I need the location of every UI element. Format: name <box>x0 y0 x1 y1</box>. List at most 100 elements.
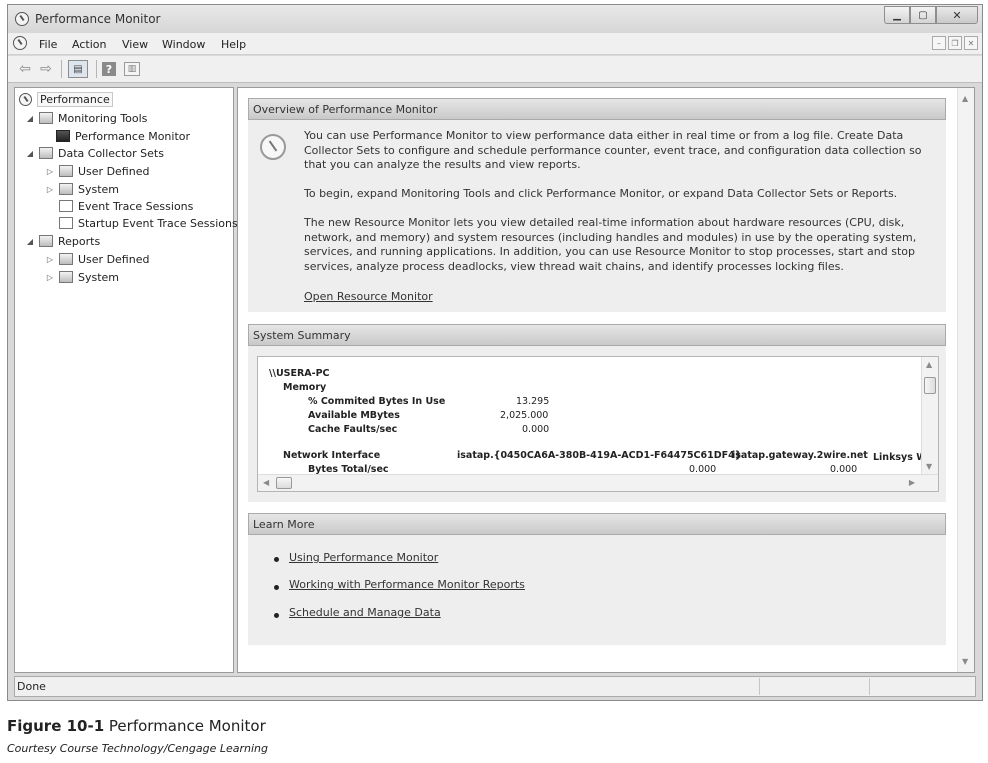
system-summary-heading[interactable]: System Summary <box>248 324 946 346</box>
expand-arrow-icon[interactable]: ▷ <box>45 167 55 176</box>
performance-monitor-chart-icon <box>56 130 70 142</box>
overview-heading[interactable]: Overview of Performance Monitor <box>248 98 946 120</box>
expand-arrow-icon[interactable]: ▷ <box>45 273 55 282</box>
counter-name: Available MBytes <box>308 410 400 421</box>
summary-horizontal-scrollbar[interactable]: ◀ ▶ <box>258 474 938 491</box>
scroll-up-arrow-icon[interactable]: ▲ <box>962 94 968 103</box>
performance-icon <box>19 92 32 106</box>
menu-window[interactable]: Window <box>162 38 205 51</box>
menu-bar: File Action View Window Help – ❐ ✕ <box>8 33 982 55</box>
scroll-left-arrow-icon[interactable]: ◀ <box>263 478 269 487</box>
collapse-arrow-icon[interactable]: ◢ <box>25 114 35 123</box>
menu-file[interactable]: File <box>39 38 57 51</box>
overview-paragraph-1: You can use Performance Monitor to view … <box>304 129 922 171</box>
tree-item-label: Startup Event Trace Sessions <box>78 216 238 230</box>
close-button[interactable]: ✕ <box>936 6 978 24</box>
tree-item-label: Performance Monitor <box>75 129 191 143</box>
child-close-button[interactable]: ✕ <box>964 36 978 50</box>
counter-value: 0.000 <box>522 424 550 435</box>
minimize-button[interactable]: ▁ <box>884 6 910 24</box>
scroll-thumb[interactable] <box>276 477 292 489</box>
tree-item-reports-user-defined[interactable]: ▷ User Defined <box>45 251 150 267</box>
overview-paragraph-2: To begin, expand Monitoring Tools and cl… <box>304 187 898 200</box>
expand-arrow-icon[interactable]: ▷ <box>45 185 55 194</box>
network-column-header: isatap.gateway.2wire.net <box>732 450 868 461</box>
reports-icon <box>39 235 53 247</box>
window-title: Performance Monitor <box>35 12 161 26</box>
child-minimize-button[interactable]: – <box>932 36 946 50</box>
performance-monitor-app-icon[interactable] <box>15 12 29 26</box>
overview-paragraph-3: The new Resource Monitor lets you view d… <box>304 216 917 273</box>
open-resource-monitor-link[interactable]: Open Resource Monitor <box>304 290 433 303</box>
toolbar-separator <box>61 60 62 78</box>
show-hide-console-tree-icon[interactable]: ▤ <box>68 60 88 78</box>
maximize-icon: ▢ <box>918 9 928 21</box>
tree-item-startup-event-trace-sessions[interactable]: Startup Event Trace Sessions <box>59 215 238 231</box>
schedule-and-manage-data-link[interactable]: Schedule and Manage Data <box>289 606 441 619</box>
scroll-thumb[interactable] <box>924 377 936 394</box>
close-icon: ✕ <box>967 38 975 48</box>
help-icon[interactable]: ? <box>102 62 116 76</box>
collapse-arrow-icon[interactable]: ◢ <box>25 237 35 246</box>
tree-item-reports[interactable]: ◢ Reports <box>25 233 100 249</box>
tree-item-data-collector-sets[interactable]: ◢ Data Collector Sets <box>25 145 164 161</box>
details-pane: Overview of Performance Monitor You can … <box>237 87 975 673</box>
scroll-down-arrow-icon[interactable]: ▼ <box>962 657 968 666</box>
toolbar-separator <box>96 60 97 78</box>
using-performance-monitor-link[interactable]: Using Performance Monitor <box>289 551 438 564</box>
data-collector-sets-icon <box>39 147 53 159</box>
scroll-down-arrow-icon[interactable]: ▼ <box>926 462 932 471</box>
bullet-icon <box>274 557 279 562</box>
tree-item-dcs-user-defined[interactable]: ▷ User Defined <box>45 163 150 179</box>
maximize-button[interactable]: ▢ <box>910 6 936 24</box>
figure-title: Performance Monitor <box>108 717 266 735</box>
figure-credit: Courtesy Course Technology/Cengage Learn… <box>7 742 268 755</box>
counter-name: % Commited Bytes In Use <box>308 396 446 407</box>
tree-item-label: User Defined <box>78 164 150 178</box>
tree-item-monitoring-tools[interactable]: ◢ Monitoring Tools <box>25 110 148 126</box>
network-column-header: isatap.{0450CA6A-380B-419A-ACD1-F64475C6… <box>457 450 742 461</box>
collapse-arrow-icon[interactable]: ◢ <box>25 149 35 158</box>
forward-arrow-icon[interactable]: ⇨ <box>38 61 54 77</box>
back-arrow-icon[interactable]: ⇦ <box>17 61 33 77</box>
system-icon <box>59 183 73 195</box>
tree-item-performance-monitor[interactable]: Performance Monitor <box>56 128 190 144</box>
network-interface-label: Network Interface <box>283 450 381 461</box>
child-restore-button[interactable]: ❐ <box>948 36 962 50</box>
tree-item-label: User Defined <box>78 252 150 266</box>
tree-item-label: Reports <box>58 234 101 248</box>
tree-item-event-trace-sessions[interactable]: Event Trace Sessions <box>59 198 193 214</box>
summary-vertical-scrollbar[interactable]: ▲ ▼ <box>921 357 938 474</box>
working-with-reports-link[interactable]: Working with Performance Monitor Reports <box>289 578 525 591</box>
monitoring-tools-icon <box>39 112 53 124</box>
tree-item-label: System <box>78 270 120 284</box>
status-text: Done <box>17 680 46 693</box>
user-defined-icon <box>59 165 73 177</box>
scroll-up-arrow-icon[interactable]: ▲ <box>926 360 932 369</box>
menu-action[interactable]: Action <box>72 38 106 51</box>
minimize-icon: – <box>937 38 941 48</box>
minimize-icon: ▁ <box>893 9 901 21</box>
tree-item-reports-system[interactable]: ▷ System <box>45 269 119 285</box>
learn-more-section: Using Performance Monitor Working with P… <box>248 535 946 645</box>
figure-caption: Figure 10-1 Performance Monitor <box>7 717 266 735</box>
learn-more-heading[interactable]: Learn More <box>248 513 946 535</box>
title-bar[interactable]: Performance Monitor ▁ ▢ ✕ <box>8 5 982 33</box>
tree-item-dcs-system[interactable]: ▷ System <box>45 181 119 197</box>
details-vertical-scrollbar[interactable]: ▲ ▼ <box>957 88 974 672</box>
expand-arrow-icon[interactable]: ▷ <box>45 255 55 264</box>
scroll-right-arrow-icon[interactable]: ▶ <box>909 478 915 487</box>
show-hide-action-pane-icon[interactable]: ▥ <box>124 62 140 76</box>
network-column-clip: Linksys W <box>873 450 921 463</box>
tree-item-performance[interactable]: Performance <box>19 91 113 107</box>
overview-section: You can use Performance Monitor to view … <box>248 120 946 312</box>
tree-item-label: Event Trace Sessions <box>78 199 194 213</box>
counter-value: 13.295 <box>516 396 550 407</box>
tree-item-label: Data Collector Sets <box>58 146 164 160</box>
child-window-controls: – ❐ ✕ <box>932 36 978 50</box>
menu-help[interactable]: Help <box>221 38 246 51</box>
menu-view[interactable]: View <box>122 38 148 51</box>
system-menu-icon[interactable] <box>13 36 27 50</box>
console-tree: Performance ◢ Monitoring Tools Performan… <box>14 87 238 673</box>
system-summary-section: \\USERA-PC Memory % Commited Bytes In Us… <box>248 346 946 502</box>
